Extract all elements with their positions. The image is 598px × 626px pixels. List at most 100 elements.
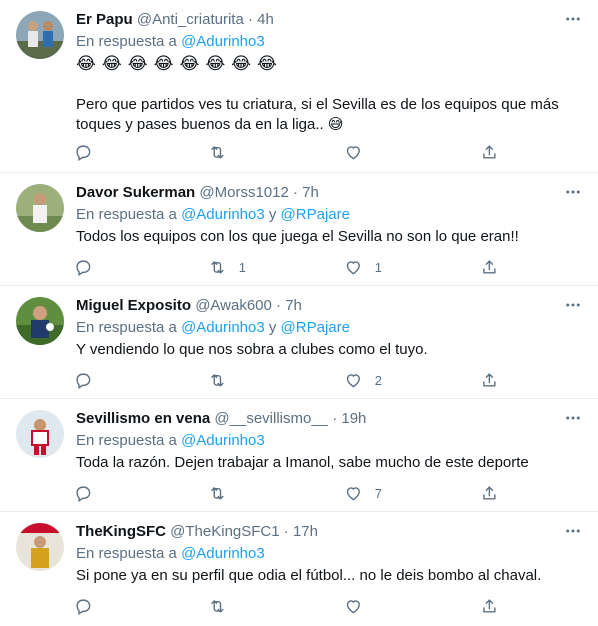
reply-icon [76,373,91,389]
reply-icon [76,145,91,161]
timestamp[interactable]: 7h [302,184,319,201]
like-count: 1 [374,259,382,275]
action-bar: 2 [66,368,506,392]
like-button[interactable]: 7 [344,481,382,505]
avatar[interactable] [16,184,64,232]
timestamp[interactable]: 19h [341,410,366,427]
reply-context: En respuesta a @Adurinho3 y @RPajare [76,318,582,338]
tweet-body: Pero que partidos ves tu criatura, si el… [76,96,563,133]
reply-button[interactable] [74,481,93,505]
retweet-button[interactable] [208,594,239,618]
reply-context: En respuesta a @Adurinho3 y @RPajare [76,205,582,225]
reply-icon [76,260,91,276]
timestamp[interactable]: 7h [285,297,302,314]
share-icon [483,373,496,387]
retweet-icon [211,373,224,387]
tweet-text: 😂😂😂😂😂😂😂😂 Pero que partidos ves tu criatu… [76,54,582,135]
like-icon [346,260,360,274]
like-button[interactable] [344,594,375,618]
display-name[interactable]: Davor Sukerman [76,184,195,201]
retweet-button[interactable] [208,140,239,164]
like-button[interactable]: 2 [344,368,382,392]
share-icon [483,486,496,500]
separator-dot: · [293,184,298,201]
like-icon [346,599,360,613]
timestamp[interactable]: 17h [293,523,318,540]
tweet[interactable]: Davor Sukerman @Morss1012 · 7h En respue… [0,173,598,286]
display-name[interactable]: Sevillismo en vena [76,410,210,427]
avatar[interactable] [16,297,64,345]
share-button[interactable] [480,255,499,279]
action-bar [66,140,506,164]
action-bar: 7 [66,481,506,505]
tweet[interactable]: TheKingSFC @TheKingSFC1 · 17h En respues… [0,512,598,626]
like-button[interactable]: 1 [344,255,382,279]
mention-link[interactable]: @RPajare [281,319,350,336]
share-button[interactable] [480,481,499,505]
like-icon [346,145,360,159]
reply-prefix: En respuesta a [76,319,177,336]
share-button[interactable] [480,368,499,392]
tweet[interactable]: Sevillismo en vena @__sevillismo__ · 19h… [0,399,598,512]
user-handle[interactable]: @Awak600 [195,297,272,314]
like-count: 7 [374,485,382,501]
retweet-icon [211,260,224,274]
action-bar: 1 1 [66,255,506,279]
action-bar [66,594,506,618]
user-handle[interactable]: @TheKingSFC1 [170,523,279,540]
like-count: 2 [374,372,382,388]
retweet-button[interactable]: 1 [208,255,246,279]
share-icon [483,599,496,613]
share-button[interactable] [480,594,499,618]
retweet-button[interactable] [208,368,239,392]
reply-icon [76,486,91,502]
reply-prefix: En respuesta a [76,206,177,223]
tweet[interactable]: Er Papu @Anti_criaturita · 4h En respues… [0,0,598,173]
display-name[interactable]: Er Papu [76,11,133,28]
avatar[interactable] [16,523,64,571]
mention-link[interactable]: @Adurinho3 [181,33,265,50]
like-icon [346,373,360,387]
mention-link[interactable]: @Adurinho3 [181,432,265,449]
user-handle[interactable]: @__sevillismo__ [214,410,328,427]
reply-context: En respuesta a @Adurinho3 [76,32,582,52]
display-name[interactable]: Miguel Exposito [76,297,191,314]
reply-feed: Er Papu @Anti_criaturita · 4h En respues… [0,0,598,626]
tweet-text: Si pone ya en su perfil que odia el fútb… [76,567,542,584]
tweet-text: Todos los equipos con los que juega el S… [76,228,519,245]
timestamp[interactable]: 4h [257,11,274,28]
reply-prefix: En respuesta a [76,33,177,50]
display-name[interactable]: TheKingSFC [76,523,166,540]
tweet-text: Y vendiendo lo que nos sobra a clubes co… [76,341,428,358]
tweet-text: Toda la razón. Dejen trabajar a Imanol, … [76,454,529,471]
reply-context: En respuesta a @Adurinho3 [76,544,582,564]
separator-dot: · [332,410,338,427]
reply-context: En respuesta a @Adurinho3 [76,431,582,451]
share-button[interactable] [480,140,499,164]
mention-link[interactable]: @RPajare [281,206,350,223]
share-icon [483,260,496,274]
like-icon [346,486,360,500]
reply-button[interactable] [74,594,93,618]
and-word: y [268,319,277,336]
like-button[interactable] [344,140,375,164]
reply-icon [76,599,91,615]
tweet[interactable]: Miguel Exposito @Awak600 · 7h En respues… [0,286,598,399]
mention-link[interactable]: @Adurinho3 [181,545,265,562]
reply-button[interactable] [74,255,93,279]
mention-link[interactable]: @Adurinho3 [181,319,265,336]
mention-link[interactable]: @Adurinho3 [181,206,265,223]
reply-button[interactable] [74,368,93,392]
avatar[interactable] [16,410,64,458]
retweet-button[interactable] [208,481,239,505]
separator-dot: · [247,11,253,28]
user-handle[interactable]: @Anti_criaturita [137,11,244,28]
retweet-icon [211,599,224,613]
share-icon [483,145,496,159]
user-handle[interactable]: @Morss1012 [199,184,288,201]
reply-prefix: En respuesta a [76,432,177,449]
reply-button[interactable] [74,140,93,164]
avatar[interactable] [16,11,64,59]
reply-prefix: En respuesta a [76,545,177,562]
emoji-line: 😂😂😂😂😂😂😂😂 [76,54,283,73]
